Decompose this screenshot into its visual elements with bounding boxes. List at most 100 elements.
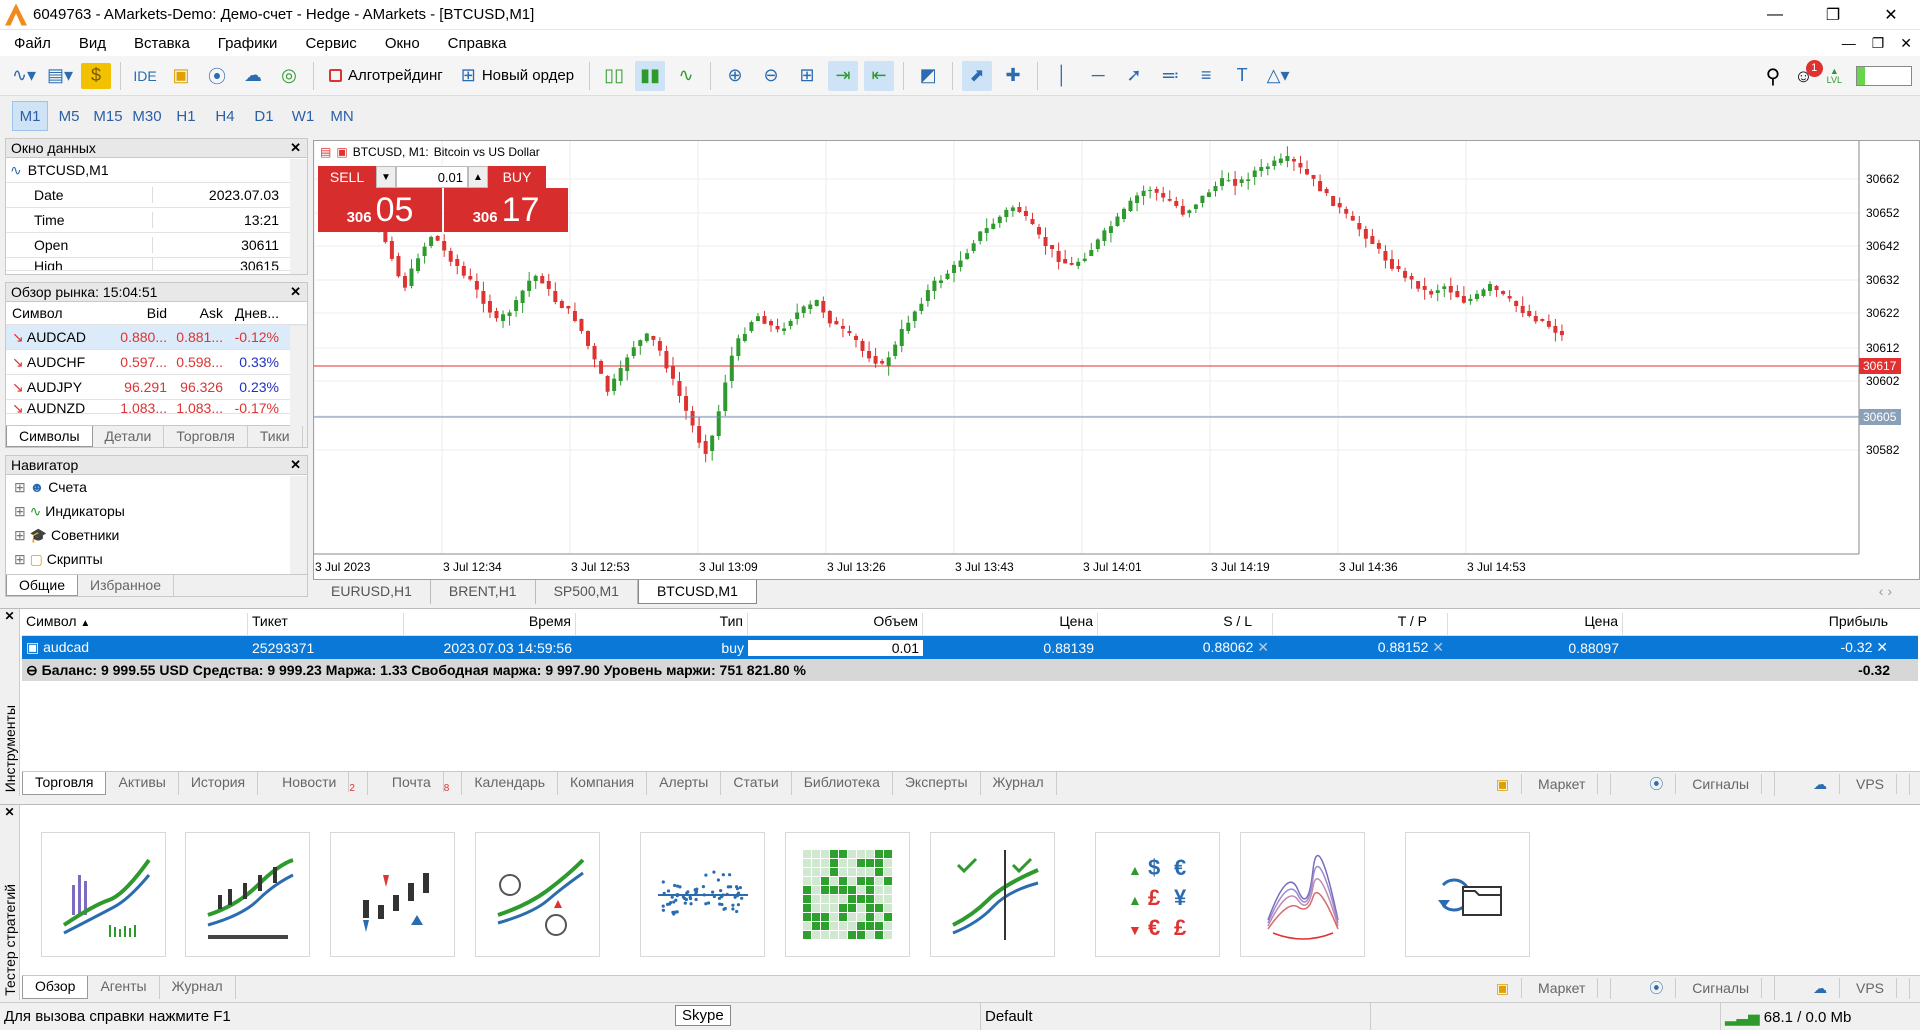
- tab-trade[interactable]: Торговля: [22, 772, 107, 795]
- tf-mn-button[interactable]: MN: [324, 101, 360, 131]
- chart-menu-icon[interactable]: ▤: [320, 145, 331, 159]
- dollar-icon[interactable]: $: [81, 62, 111, 89]
- tab-agents[interactable]: Агенты: [88, 976, 160, 999]
- volume-input[interactable]: 0.01: [396, 166, 468, 188]
- tab-tester-journal[interactable]: Журнал: [160, 976, 236, 999]
- tab-eurusd[interactable]: EURUSD,H1: [313, 580, 431, 604]
- list-item[interactable]: ↘ AUDCAD 0.880... 0.881... -0.12%: [6, 325, 307, 350]
- tabs-scroll-arrows[interactable]: ‹ ›: [1861, 580, 1910, 602]
- minimize-button[interactable]: —: [1746, 0, 1804, 30]
- vertical-line-icon[interactable]: │: [1047, 61, 1077, 91]
- col-daily[interactable]: Днев...: [227, 305, 283, 321]
- th-type[interactable]: Тип: [576, 613, 748, 635]
- tester-open-report-card[interactable]: [1405, 832, 1530, 957]
- tab-company[interactable]: Компания: [558, 772, 648, 795]
- tf-h4-button[interactable]: H4: [207, 101, 243, 131]
- menu-tools[interactable]: Сервис: [291, 35, 370, 52]
- tester-optimization-card[interactable]: [475, 832, 600, 957]
- menu-window[interactable]: Окно: [371, 35, 434, 52]
- th-profit[interactable]: Прибыль: [1623, 613, 1898, 635]
- tab-alerts[interactable]: Алерты: [647, 772, 722, 795]
- th-sl[interactable]: S / L: [1098, 613, 1273, 635]
- bar-chart-icon[interactable]: ▯▯: [599, 61, 629, 91]
- tester-forward-test-card[interactable]: [930, 832, 1055, 957]
- tab-experts[interactable]: Эксперты: [893, 772, 981, 795]
- tab-brent[interactable]: BRENT,H1: [431, 580, 536, 604]
- col-symbol[interactable]: Символ: [6, 305, 101, 321]
- mdi-minimize-button[interactable]: —: [1842, 35, 1856, 51]
- fibonacci-icon[interactable]: ≡: [1191, 61, 1221, 91]
- tester-indicator-test-card[interactable]: [330, 832, 455, 957]
- tf-m5-button[interactable]: M5: [51, 101, 87, 131]
- ide-button[interactable]: IDE: [130, 61, 160, 91]
- th-volume[interactable]: Объем: [748, 613, 923, 635]
- tab-history[interactable]: История: [179, 772, 259, 795]
- screenshot-icon[interactable]: ◩: [913, 61, 943, 91]
- toolbox-close-icon[interactable]: ✕: [0, 609, 19, 623]
- remove-tp-icon[interactable]: ✕: [1432, 639, 1444, 655]
- nav-item-accounts[interactable]: ⊞ ☻ Счета: [14, 475, 307, 499]
- new-order-button[interactable]: ⊞ Новый ордер: [455, 61, 580, 91]
- market-link[interactable]: ▣ Маркет: [1472, 773, 1612, 795]
- menu-charts[interactable]: Графики: [204, 35, 292, 52]
- tester-close-icon[interactable]: ✕: [0, 805, 19, 819]
- nav-item-experts[interactable]: ⊞ 🎓 Советники: [14, 523, 307, 547]
- market-link-2[interactable]: ▣ Маркет: [1472, 977, 1612, 999]
- buy-button[interactable]: BUY: [488, 166, 546, 188]
- cell-tp[interactable]: 0.88152 ✕: [1273, 639, 1448, 656]
- tester-grid-card[interactable]: [785, 832, 910, 957]
- search-icon[interactable]: ⚲: [1766, 64, 1781, 89]
- tester-visual-test-card[interactable]: [185, 832, 310, 957]
- tester-multicurrency-card[interactable]: ▲ $ € ▲ £ ¥ ▼ € £: [1095, 832, 1220, 957]
- mdi-close-button[interactable]: ✕: [1900, 35, 1912, 52]
- th-open-price[interactable]: Цена: [923, 613, 1098, 635]
- channel-icon[interactable]: ≕: [1155, 61, 1185, 91]
- list-item[interactable]: ↘ AUDJPY 96.291 96.326 0.23%: [6, 375, 307, 400]
- tester-single-test-card[interactable]: [41, 832, 166, 957]
- tab-btcusd[interactable]: BTCUSD,M1: [637, 580, 757, 604]
- sell-price-button[interactable]: 306 05: [318, 188, 442, 232]
- signals-link[interactable]: ⦿ Сигналы: [1625, 772, 1776, 796]
- algotrading-button[interactable]: Алготрейдинг: [323, 61, 449, 91]
- market-watch-scrollbar[interactable]: [290, 326, 307, 426]
- chart-window[interactable]: 3066230652306423063230622306123060230592…: [313, 140, 1920, 580]
- th-tp[interactable]: T / P: [1273, 613, 1448, 635]
- table-row[interactable]: ▣ audcad 25293371 2023.07.03 14:59:56 bu…: [22, 636, 1918, 659]
- horizontal-line-icon[interactable]: ─: [1083, 61, 1113, 91]
- signals-icon[interactable]: ⦿: [202, 61, 232, 91]
- tab-library[interactable]: Библиотека: [792, 772, 893, 795]
- text-icon[interactable]: T: [1227, 61, 1257, 91]
- tab-journal[interactable]: Журнал: [981, 772, 1057, 795]
- tab-symbols[interactable]: Символы: [6, 426, 93, 447]
- tab-mailbox[interactable]: Почта 8: [368, 772, 463, 795]
- chart-shift-icon[interactable]: ⇤: [864, 60, 895, 91]
- notifications-icon[interactable]: ☺ 1: [1794, 59, 1823, 87]
- tester-3d-card[interactable]: [1240, 832, 1365, 957]
- tab-trading[interactable]: Торговля: [164, 426, 248, 447]
- tf-m30-button[interactable]: M30: [129, 101, 165, 131]
- remove-sl-icon[interactable]: ✕: [1257, 639, 1269, 655]
- vps-link[interactable]: ☁ VPS: [1789, 773, 1910, 795]
- tf-w1-button[interactable]: W1: [285, 101, 321, 131]
- tab-favorites[interactable]: Избранное: [78, 575, 174, 596]
- autoscroll-icon[interactable]: ⇥: [828, 60, 859, 91]
- volume-up-icon[interactable]: ▲: [468, 166, 488, 188]
- menu-insert[interactable]: Вставка: [120, 35, 204, 52]
- vps-link-2[interactable]: ☁ VPS: [1789, 977, 1910, 999]
- tf-d1-button[interactable]: D1: [246, 101, 282, 131]
- th-current-price[interactable]: Цена: [1448, 613, 1623, 635]
- th-ticket[interactable]: Тикет: [248, 613, 404, 635]
- tab-exposure[interactable]: Активы: [106, 772, 179, 795]
- close-position-icon[interactable]: ✕: [1876, 639, 1888, 655]
- navigator-scrollbar[interactable]: [290, 476, 307, 574]
- shapes-icon[interactable]: △▾: [1263, 61, 1293, 91]
- tab-overview[interactable]: Обзор: [22, 976, 89, 999]
- market-bag-icon[interactable]: ▣: [166, 61, 196, 91]
- buy-price-button[interactable]: 306 17: [444, 188, 568, 232]
- data-window-scrollbar[interactable]: [290, 159, 307, 274]
- chart-type-icon[interactable]: ∿▾: [9, 61, 39, 91]
- vps-cloud-icon[interactable]: ☁: [238, 61, 268, 91]
- volume-down-icon[interactable]: ▼: [376, 166, 396, 188]
- trendline-icon[interactable]: ➚: [1119, 61, 1149, 91]
- tf-h1-button[interactable]: H1: [168, 101, 204, 131]
